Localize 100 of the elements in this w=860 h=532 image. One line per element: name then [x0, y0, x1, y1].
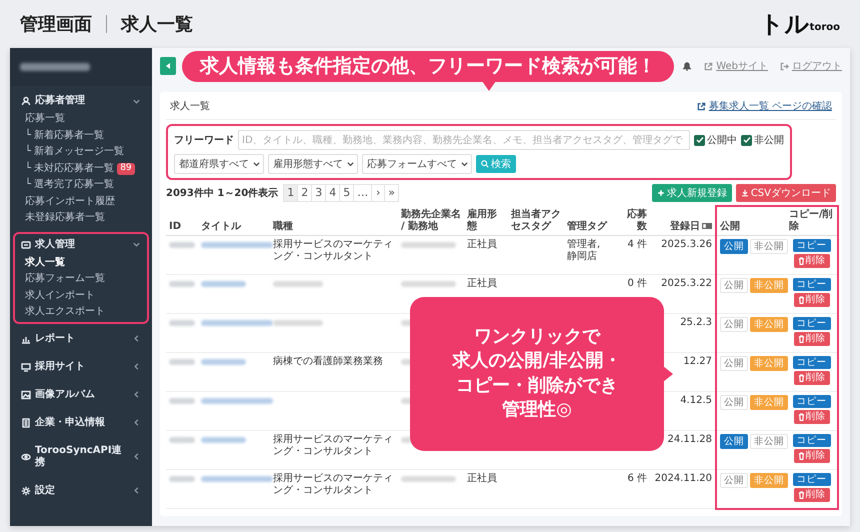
page-button[interactable]: 5	[339, 184, 354, 202]
blurred-text	[169, 476, 195, 482]
sidebar-section-header[interactable]: レポート	[15, 328, 147, 348]
sidebar-section-header[interactable]: 設定	[15, 480, 147, 500]
search-button[interactable]: 検索	[476, 155, 516, 173]
callout-pointer	[663, 366, 673, 382]
sidebar-item[interactable]: 求人エクスポート	[15, 304, 147, 320]
sidebar-item[interactable]: 求人一覧	[15, 254, 147, 271]
sidebar-section-header[interactable]: 企業・申込情報	[15, 412, 147, 432]
column-header: 公開	[720, 221, 740, 232]
sidebar-section-header[interactable]: TorooSyncAPI連携	[15, 440, 147, 472]
sidebar-item[interactable]: 応募フォーム一覧	[15, 271, 147, 288]
search-field[interactable]: ID、タイトル、職種、勤務地、業務内容、勤務先企業名、メモ、担当者アクセスタグ、管理タグで	[238, 130, 690, 150]
copy-button[interactable]: コピー	[792, 239, 830, 252]
blurred-link[interactable]	[201, 281, 246, 287]
delete-button[interactable]: 削除	[794, 332, 830, 346]
sidebar-section-header[interactable]: 採用サイト	[15, 356, 147, 376]
delete-button[interactable]: 削除	[794, 488, 830, 502]
copy-button[interactable]: コピー	[792, 356, 830, 370]
sidebar-item[interactable]: └ 新着メッセージ一覧	[15, 144, 147, 160]
blurred-text	[169, 437, 195, 443]
sidebar-item[interactable]: 未登録応募者一覧	[15, 210, 147, 226]
sidebar-item[interactable]: └ 新着応募者一覧	[15, 128, 147, 144]
table-cell: 管理者, 静岡店	[567, 239, 600, 262]
table-cell: 12.27	[683, 356, 712, 367]
page-button[interactable]: 1	[283, 184, 298, 202]
page-button[interactable]: »	[384, 184, 399, 202]
sidebar-toggle-button[interactable]	[160, 57, 176, 75]
sidebar-section-header[interactable]: 応募者管理	[15, 91, 147, 111]
toggle-button[interactable]: 公開	[720, 395, 748, 410]
download-button[interactable]: CSVダウンロード	[736, 184, 836, 202]
copy-button[interactable]: コピー	[792, 434, 830, 448]
toggle-button[interactable]: 公開	[720, 473, 748, 488]
toggle-button[interactable]: 非公開	[750, 434, 788, 450]
page-button[interactable]: …	[353, 184, 372, 202]
blurred-link[interactable]	[201, 359, 246, 365]
search-icon	[481, 160, 489, 168]
blurred-link[interactable]	[201, 242, 273, 248]
page-button[interactable]: 2	[297, 184, 312, 202]
copy-button[interactable]: コピー	[792, 317, 830, 330]
create-button[interactable]: 求人新規登録	[652, 184, 732, 202]
copy-button[interactable]: コピー	[792, 473, 830, 486]
sidebar-item[interactable]: └ 未対応応募者一覧	[25, 162, 114, 175]
column-header: 応募数	[627, 209, 647, 232]
trash-icon	[798, 413, 804, 422]
delete-button[interactable]: 削除	[794, 371, 830, 385]
sidebar-item[interactable]: └ 選考完了応募一覧	[15, 177, 147, 194]
blurred-text	[401, 281, 456, 287]
trash-icon	[798, 335, 804, 344]
toggle-button[interactable]: 公開	[720, 239, 748, 254]
copy-button[interactable]: コピー	[792, 395, 830, 408]
blurred-link[interactable]	[201, 398, 273, 404]
copy-button[interactable]: コピー	[792, 278, 830, 292]
sidebar-section-header[interactable]: 画像アルバム	[15, 384, 147, 404]
dropdown[interactable]: 雇用形態すべて	[268, 154, 358, 174]
page-link[interactable]: 募集求人一覧 ページの確認	[708, 99, 832, 114]
nav-link[interactable]: ログアウト	[792, 58, 842, 74]
table-cell: 4 件	[627, 239, 647, 250]
table-cell: 病棟での看護師業務業務	[273, 356, 383, 367]
toggle-button[interactable]: 公開	[720, 278, 748, 294]
logout-icon	[780, 62, 789, 70]
blurred-link[interactable]	[201, 476, 273, 482]
checkbox[interactable]	[694, 134, 705, 146]
gear-icon	[21, 486, 31, 496]
card-title: 求人一覧	[170, 100, 210, 114]
checkbox[interactable]	[741, 134, 752, 146]
blurred-link[interactable]	[201, 320, 273, 326]
table-cell: 正社員	[467, 473, 497, 484]
sidebar-item[interactable]: 応募一覧	[15, 111, 147, 128]
blurred-text	[169, 242, 195, 248]
callout-bubble: 求人情報も条件指定の他、フリーワード検索が可能！	[182, 51, 674, 82]
delete-button[interactable]: 削除	[794, 254, 830, 268]
table-cell: 採用サービスのマーケティング・コンサルタント	[273, 434, 393, 457]
delete-button[interactable]: 削除	[794, 449, 830, 463]
caret-left-icon	[165, 62, 171, 70]
delete-button[interactable]: 削除	[794, 293, 830, 307]
toggle-button[interactable]: 非公開	[750, 239, 788, 254]
blurred-text	[401, 476, 456, 482]
blurred-text	[169, 359, 195, 365]
dropdown[interactable]: 都道府県すべて	[174, 154, 264, 174]
nav-link[interactable]: Webサイト	[716, 58, 768, 74]
column-header: 雇用形態	[467, 209, 497, 232]
blurred-link[interactable]	[201, 437, 246, 443]
sidebar-item[interactable]: 応募インポート履歴	[15, 194, 147, 210]
toggle-button[interactable]: 公開	[720, 434, 748, 450]
trash-icon	[798, 296, 804, 304]
page-button[interactable]: 3	[311, 184, 326, 202]
dropdown[interactable]: 応募フォームすべて	[362, 154, 472, 174]
delete-button[interactable]: 削除	[794, 410, 830, 424]
table-cell: 25.2.3	[680, 317, 712, 328]
page-button[interactable]: 4	[325, 184, 340, 202]
toggle-button[interactable]: 公開	[720, 356, 748, 372]
trash-icon	[798, 257, 804, 266]
sidebar-item[interactable]: 求人インポート	[15, 288, 147, 304]
page-button[interactable]: ›	[371, 184, 386, 202]
document-icon	[21, 418, 31, 428]
column-header: タイトル	[201, 221, 241, 232]
download-icon	[740, 189, 749, 197]
sidebar-section-header[interactable]: 求人管理	[15, 234, 147, 254]
toggle-button[interactable]: 公開	[720, 317, 748, 332]
